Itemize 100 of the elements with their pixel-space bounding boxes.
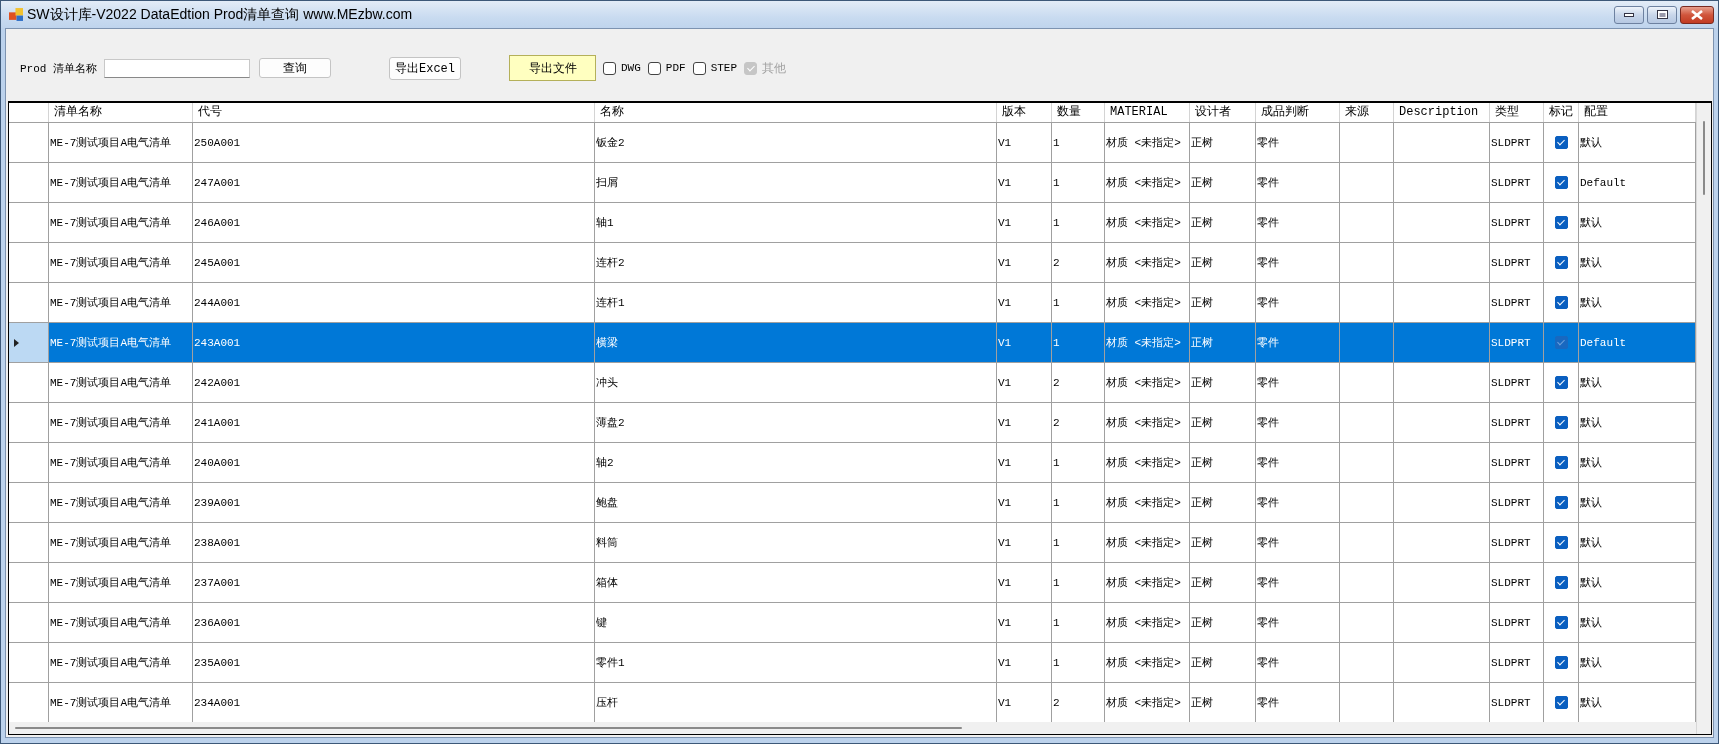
table-cell: 材质 <未指定> — [1105, 283, 1190, 322]
table-cell: 正树 — [1190, 243, 1256, 282]
checkbox[interactable] — [1554, 576, 1568, 589]
checkbox-label[interactable]: PDF — [665, 62, 686, 74]
table-row[interactable]: ME-7测试项目A电气清单 235A001 零件1 V1 1 材质 <未指定> 正树 零件 SLDPRT 默认 — [9, 643, 1696, 683]
column-header[interactable]: 代号 — [193, 103, 595, 122]
checkbox[interactable] — [1554, 176, 1568, 189]
table-cell: SLDPRT — [1490, 443, 1544, 482]
checkbox[interactable] — [692, 61, 706, 75]
table-row[interactable]: ME-7测试项目A电气清单 241A001 薄盘2 V1 2 材质 <未指定> 正树 零件 SLDPRT 默认 — [9, 403, 1696, 443]
table-cell: ME-7测试项目A电气清单 — [49, 363, 193, 402]
table-cell: 薄盘2 — [595, 403, 997, 442]
table-cell: SLDPRT — [1490, 243, 1544, 282]
table-cell: 246A001 — [193, 203, 595, 242]
table-cell: SLDPRT — [1490, 163, 1544, 202]
table-row[interactable]: ME-7测试项目A电气清单 245A001 连杆2 V1 2 材质 <未指定> 正树 零件 SLDPRT 默认 — [9, 243, 1696, 283]
horizontal-scrollbar[interactable] — [9, 722, 1696, 734]
table-cell: 材质 <未指定> — [1105, 363, 1190, 402]
table-cell: 零件 — [1256, 483, 1340, 522]
checkbox[interactable] — [1554, 136, 1568, 149]
table-row[interactable]: ME-7测试项目A电气清单 239A001 鲍盘 V1 1 材质 <未指定> 正树 零件 SLDPRT 默认 — [9, 483, 1696, 523]
table-cell: 材质 <未指定> — [1105, 203, 1190, 242]
checkbox-label[interactable]: STEP — [710, 62, 738, 74]
table-row[interactable]: ME-7测试项目A电气清单 236A001 键 V1 1 材质 <未指定> 正树 零件 SLDPRT 默认 — [9, 603, 1696, 643]
table-cell: V1 — [997, 123, 1052, 162]
table-cell: 1 — [1052, 163, 1105, 202]
table-cell: SLDPRT — [1490, 363, 1544, 402]
checkbox[interactable] — [1554, 256, 1568, 269]
table-cell: V1 — [997, 483, 1052, 522]
table-cell: 正树 — [1190, 283, 1256, 322]
column-header[interactable]: 清单名称 — [49, 103, 193, 122]
table-cell: 零件 — [1256, 563, 1340, 602]
table-cell: SLDPRT — [1490, 603, 1544, 642]
checkbox-label[interactable]: DWG — [621, 62, 641, 74]
column-header[interactable]: 标记 — [1544, 103, 1579, 122]
table-row[interactable]: ME-7测试项目A电气清单 242A001 冲头 V1 2 材质 <未指定> 正树 零件 SLDPRT 默认 — [9, 363, 1696, 403]
table-row[interactable]: ME-7测试项目A电气清单 237A001 箱体 V1 1 材质 <未指定> 正树 零件 SLDPRT 默认 — [9, 563, 1696, 603]
table-cell: ME-7测试项目A电气清单 — [49, 563, 193, 602]
table-cell: 零件 — [1256, 363, 1340, 402]
column-header[interactable]: 设计者 — [1190, 103, 1256, 122]
column-header[interactable]: 来源 — [1340, 103, 1394, 122]
checkbox[interactable] — [1554, 416, 1568, 429]
row-pointer-icon — [14, 338, 19, 347]
checkbox[interactable] — [1554, 336, 1568, 349]
checkbox[interactable] — [1554, 616, 1568, 629]
table-row[interactable]: ME-7测试项目A电气清单 240A001 轴2 V1 1 材质 <未指定> 正树 零件 SLDPRT 默认 — [9, 443, 1696, 483]
column-header[interactable]: Description — [1394, 103, 1490, 122]
table-row[interactable]: ME-7测试项目A电气清单 243A001 横梁 V1 1 材质 <未指定> 正树 零件 SLDPRT Default — [9, 323, 1696, 363]
checkbox[interactable] — [1554, 696, 1568, 709]
checkbox[interactable] — [1554, 656, 1568, 669]
checkbox[interactable] — [603, 61, 616, 75]
maximize-button[interactable] — [1647, 5, 1677, 24]
table-cell: 零件 — [1256, 403, 1340, 442]
checkbox[interactable] — [1554, 216, 1568, 229]
scrollbar-thumb[interactable] — [1703, 121, 1705, 195]
table-cell: 正树 — [1190, 563, 1256, 602]
table-cell: ME-7测试项目A电气清单 — [49, 523, 193, 562]
table-cell: V1 — [997, 203, 1052, 242]
checkbox[interactable] — [1554, 536, 1568, 549]
checkbox[interactable] — [1554, 496, 1568, 509]
checkbox[interactable] — [647, 61, 661, 75]
export-file-button[interactable]: 导出文件 — [509, 55, 596, 81]
table-row[interactable]: ME-7测试项目A电气清单 244A001 连杆1 V1 1 材质 <未指定> 正树 零件 SLDPRT 默认 — [9, 283, 1696, 323]
vertical-scrollbar[interactable] — [1696, 103, 1711, 734]
close-icon — [1691, 9, 1703, 20]
minimize-button[interactable] — [1614, 5, 1644, 24]
table-cell: 零件 — [1256, 203, 1340, 242]
export-excel-button[interactable]: 导出Excel — [389, 56, 461, 80]
checkbox[interactable] — [1554, 296, 1568, 309]
minimize-icon — [1624, 12, 1634, 17]
column-header[interactable]: 版本 — [997, 103, 1052, 122]
table-cell: 连杆1 — [595, 283, 997, 322]
column-header[interactable]: 数量 — [1052, 103, 1105, 122]
table-cell: 零件 — [1256, 243, 1340, 282]
table-row[interactable]: ME-7测试项目A电气清单 246A001 轴1 V1 1 材质 <未指定> 正树 零件 SLDPRT 默认 — [9, 203, 1696, 243]
table-cell: V1 — [997, 443, 1052, 482]
table-cell: 零件 — [1256, 283, 1340, 322]
table-cell: SLDPRT — [1490, 283, 1544, 322]
query-button[interactable]: 查询 — [259, 58, 331, 78]
column-header[interactable]: MATERIAL — [1105, 103, 1190, 122]
table-cell: ME-7测试项目A电气清单 — [49, 203, 193, 242]
table-cell: V1 — [997, 243, 1052, 282]
table-row[interactable]: ME-7测试项目A电气清单 238A001 料筒 V1 1 材质 <未指定> 正树 零件 SLDPRT 默认 — [9, 523, 1696, 563]
table-cell: 250A001 — [193, 123, 595, 162]
checkbox[interactable] — [1554, 376, 1568, 389]
table-cell: 241A001 — [193, 403, 595, 442]
close-button[interactable] — [1680, 5, 1714, 24]
column-header[interactable]: 名称 — [595, 103, 997, 122]
column-header[interactable]: 成品判断 — [1256, 103, 1340, 122]
table-row[interactable]: ME-7测试项目A电气清单 247A001 扫屑 V1 1 材质 <未指定> 正树 零件 SLDPRT Default — [9, 163, 1696, 203]
column-header[interactable]: 类型 — [1490, 103, 1544, 122]
table-cell: ME-7测试项目A电气清单 — [49, 283, 193, 322]
checkbox[interactable] — [1554, 456, 1568, 469]
scrollbar-thumb[interactable] — [15, 727, 962, 729]
list-name-field[interactable] — [104, 58, 250, 78]
table-cell: 零件 — [1256, 163, 1340, 202]
table-cell: 1 — [1052, 123, 1105, 162]
table-cell: SLDPRT — [1490, 483, 1544, 522]
table-cell: 横梁 — [595, 323, 997, 362]
table-row[interactable]: ME-7测试项目A电气清单 250A001 钣金2 V1 1 材质 <未指定> 正树 零件 SLDPRT 默认 — [9, 123, 1696, 163]
